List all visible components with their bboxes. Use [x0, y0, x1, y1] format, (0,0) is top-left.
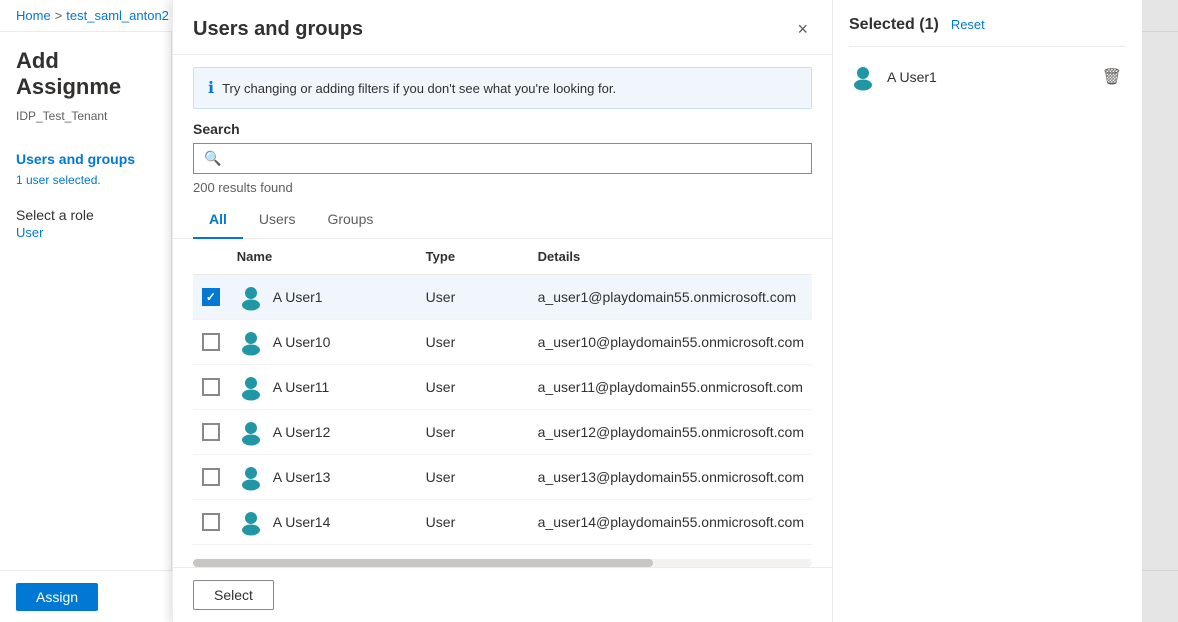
- table-row[interactable]: A User14 User a_user14@playdomain55.onmi…: [193, 500, 812, 545]
- row-name: A User1: [273, 289, 323, 305]
- selected-item-delete-button[interactable]: 🗑: [1098, 65, 1126, 89]
- h-scroll-track: [193, 559, 812, 567]
- search-label: Search: [193, 121, 812, 137]
- sidebar-section-role: Select a role User: [16, 203, 155, 240]
- selected-title: Selected (1): [849, 32, 939, 34]
- dialog-close-button[interactable]: ×: [793, 32, 812, 42]
- user-avatar-icon: [237, 463, 265, 491]
- h-scroll-thumb[interactable]: [193, 559, 653, 567]
- row-checkbox[interactable]: [202, 513, 220, 531]
- sidebar: Add Assignme IDP_Test_Tenant Users and g…: [0, 32, 172, 570]
- table-row[interactable]: A User1 User a_user1@playdomain55.onmicr…: [193, 275, 812, 320]
- user-avatar-icon: [237, 373, 265, 401]
- selected-user-avatar-icon: [849, 63, 877, 91]
- info-icon: ℹ: [208, 78, 214, 98]
- table-container: Name Type Details: [173, 239, 832, 555]
- assign-button[interactable]: Assign: [16, 583, 98, 611]
- row-details-cell: a_user13@playdomain55.onmicrosoft.com: [530, 455, 812, 500]
- row-name-cell: A User13: [229, 455, 418, 500]
- row-checkbox[interactable]: [202, 423, 220, 441]
- row-checkbox-cell: [193, 320, 229, 365]
- main-content: Add Assignme IDP_Test_Tenant Users and g…: [0, 32, 1178, 570]
- row-type-cell: User: [418, 365, 530, 410]
- dialog-panel: Users and groups × ℹ Try changing or add…: [172, 32, 832, 570]
- table-row[interactable]: A User11 User a_user11@playdomain55.onmi…: [193, 365, 812, 410]
- row-checkbox[interactable]: [202, 378, 220, 396]
- col-header-check: [193, 239, 229, 275]
- selected-badge: 1 user selected.: [16, 173, 155, 187]
- row-checkbox-cell: [193, 500, 229, 545]
- row-name: A User12: [273, 424, 331, 440]
- row-checkbox[interactable]: [202, 468, 220, 486]
- row-type-cell: User: [418, 275, 530, 320]
- row-details-cell: a_user10@playdomain55.onmicrosoft.com: [530, 320, 812, 365]
- row-checkbox[interactable]: [202, 333, 220, 351]
- dialog-title: Users and groups: [193, 32, 363, 41]
- row-checkbox-cell: [193, 365, 229, 410]
- search-input[interactable]: [227, 151, 801, 167]
- tab-all[interactable]: All: [193, 203, 243, 239]
- row-type-cell: User: [418, 455, 530, 500]
- table-row[interactable]: A User10 User a_user10@playdomain55.onmi…: [193, 320, 812, 365]
- row-details-cell: a_user12@playdomain55.onmicrosoft.com: [530, 410, 812, 455]
- user-avatar-icon: [237, 283, 265, 311]
- users-table: Name Type Details: [193, 239, 812, 545]
- dialog-overlay: Users and groups × ℹ Try changing or add…: [172, 32, 1178, 570]
- col-header-details: Details: [530, 239, 812, 275]
- selected-item: A User1 🗑: [849, 55, 1126, 99]
- selected-items-container: A User1 🗑: [849, 55, 1126, 99]
- sidebar-section-users: Users and groups 1 user selected.: [16, 147, 155, 187]
- selected-panel: Selected (1) Reset A User1 🗑: [832, 32, 1142, 570]
- sidebar-select-role-label: Select a role: [16, 207, 155, 223]
- info-text: Try changing or adding filters if you do…: [222, 81, 616, 96]
- tab-users[interactable]: Users: [243, 203, 312, 239]
- search-section: Search 🔍 200 results found: [173, 121, 832, 203]
- col-header-name: Name: [229, 239, 418, 275]
- row-name-cell: A User11: [229, 365, 418, 410]
- info-bar: ℹ Try changing or adding filters if you …: [193, 67, 812, 109]
- search-icon: 🔍: [204, 150, 221, 167]
- row-name-cell: A User1: [229, 275, 418, 320]
- breadcrumb-separator: >: [55, 8, 63, 23]
- row-name-cell: A User12: [229, 410, 418, 455]
- row-name: A User10: [273, 334, 331, 350]
- page-title: Add Assignme: [16, 48, 155, 101]
- dialog-bottom: Select: [173, 567, 832, 570]
- selected-divider: [849, 46, 1126, 47]
- results-count: 200 results found: [193, 180, 812, 195]
- row-checkbox-cell: [193, 275, 229, 320]
- row-name: A User14: [273, 514, 331, 530]
- row-details-cell: a_user1@playdomain55.onmicrosoft.com: [530, 275, 812, 320]
- sidebar-item-users-groups[interactable]: Users and groups: [16, 147, 155, 171]
- user-avatar-icon: [237, 328, 265, 356]
- row-type-cell: User: [418, 410, 530, 455]
- tab-groups[interactable]: Groups: [311, 203, 389, 239]
- row-checkbox[interactable]: [202, 288, 220, 306]
- breadcrumb-home[interactable]: Home: [16, 8, 51, 23]
- row-checkbox-cell: [193, 410, 229, 455]
- table-row[interactable]: A User12 User a_user12@playdomain55.onmi…: [193, 410, 812, 455]
- row-name-cell: A User10: [229, 320, 418, 365]
- breadcrumb-app[interactable]: test_saml_anton2: [66, 8, 169, 23]
- row-checkbox-cell: [193, 455, 229, 500]
- row-details-cell: a_user14@playdomain55.onmicrosoft.com: [530, 500, 812, 545]
- col-header-type: Type: [418, 239, 530, 275]
- table-row[interactable]: A User13 User a_user13@playdomain55.onmi…: [193, 455, 812, 500]
- sidebar-role-value[interactable]: User: [16, 225, 155, 240]
- tabs-container: All Users Groups: [173, 203, 832, 239]
- user-avatar-icon: [237, 418, 265, 446]
- user-avatar-icon: [237, 508, 265, 536]
- selected-item-name: A User1: [887, 69, 1088, 85]
- selected-header: Selected (1) Reset: [849, 32, 1126, 34]
- tenant-subtitle: IDP_Test_Tenant: [16, 109, 155, 123]
- row-name: A User11: [273, 379, 330, 395]
- row-name-cell: A User14: [229, 500, 418, 545]
- row-type-cell: User: [418, 320, 530, 365]
- row-type-cell: User: [418, 500, 530, 545]
- app-container: Home > test_saml_anton2 Add Assignme IDP…: [0, 0, 1178, 622]
- dialog-header: Users and groups ×: [173, 32, 832, 55]
- row-name: A User13: [273, 469, 331, 485]
- search-box: 🔍: [193, 143, 812, 174]
- row-details-cell: a_user11@playdomain55.onmicrosoft.com: [530, 365, 812, 410]
